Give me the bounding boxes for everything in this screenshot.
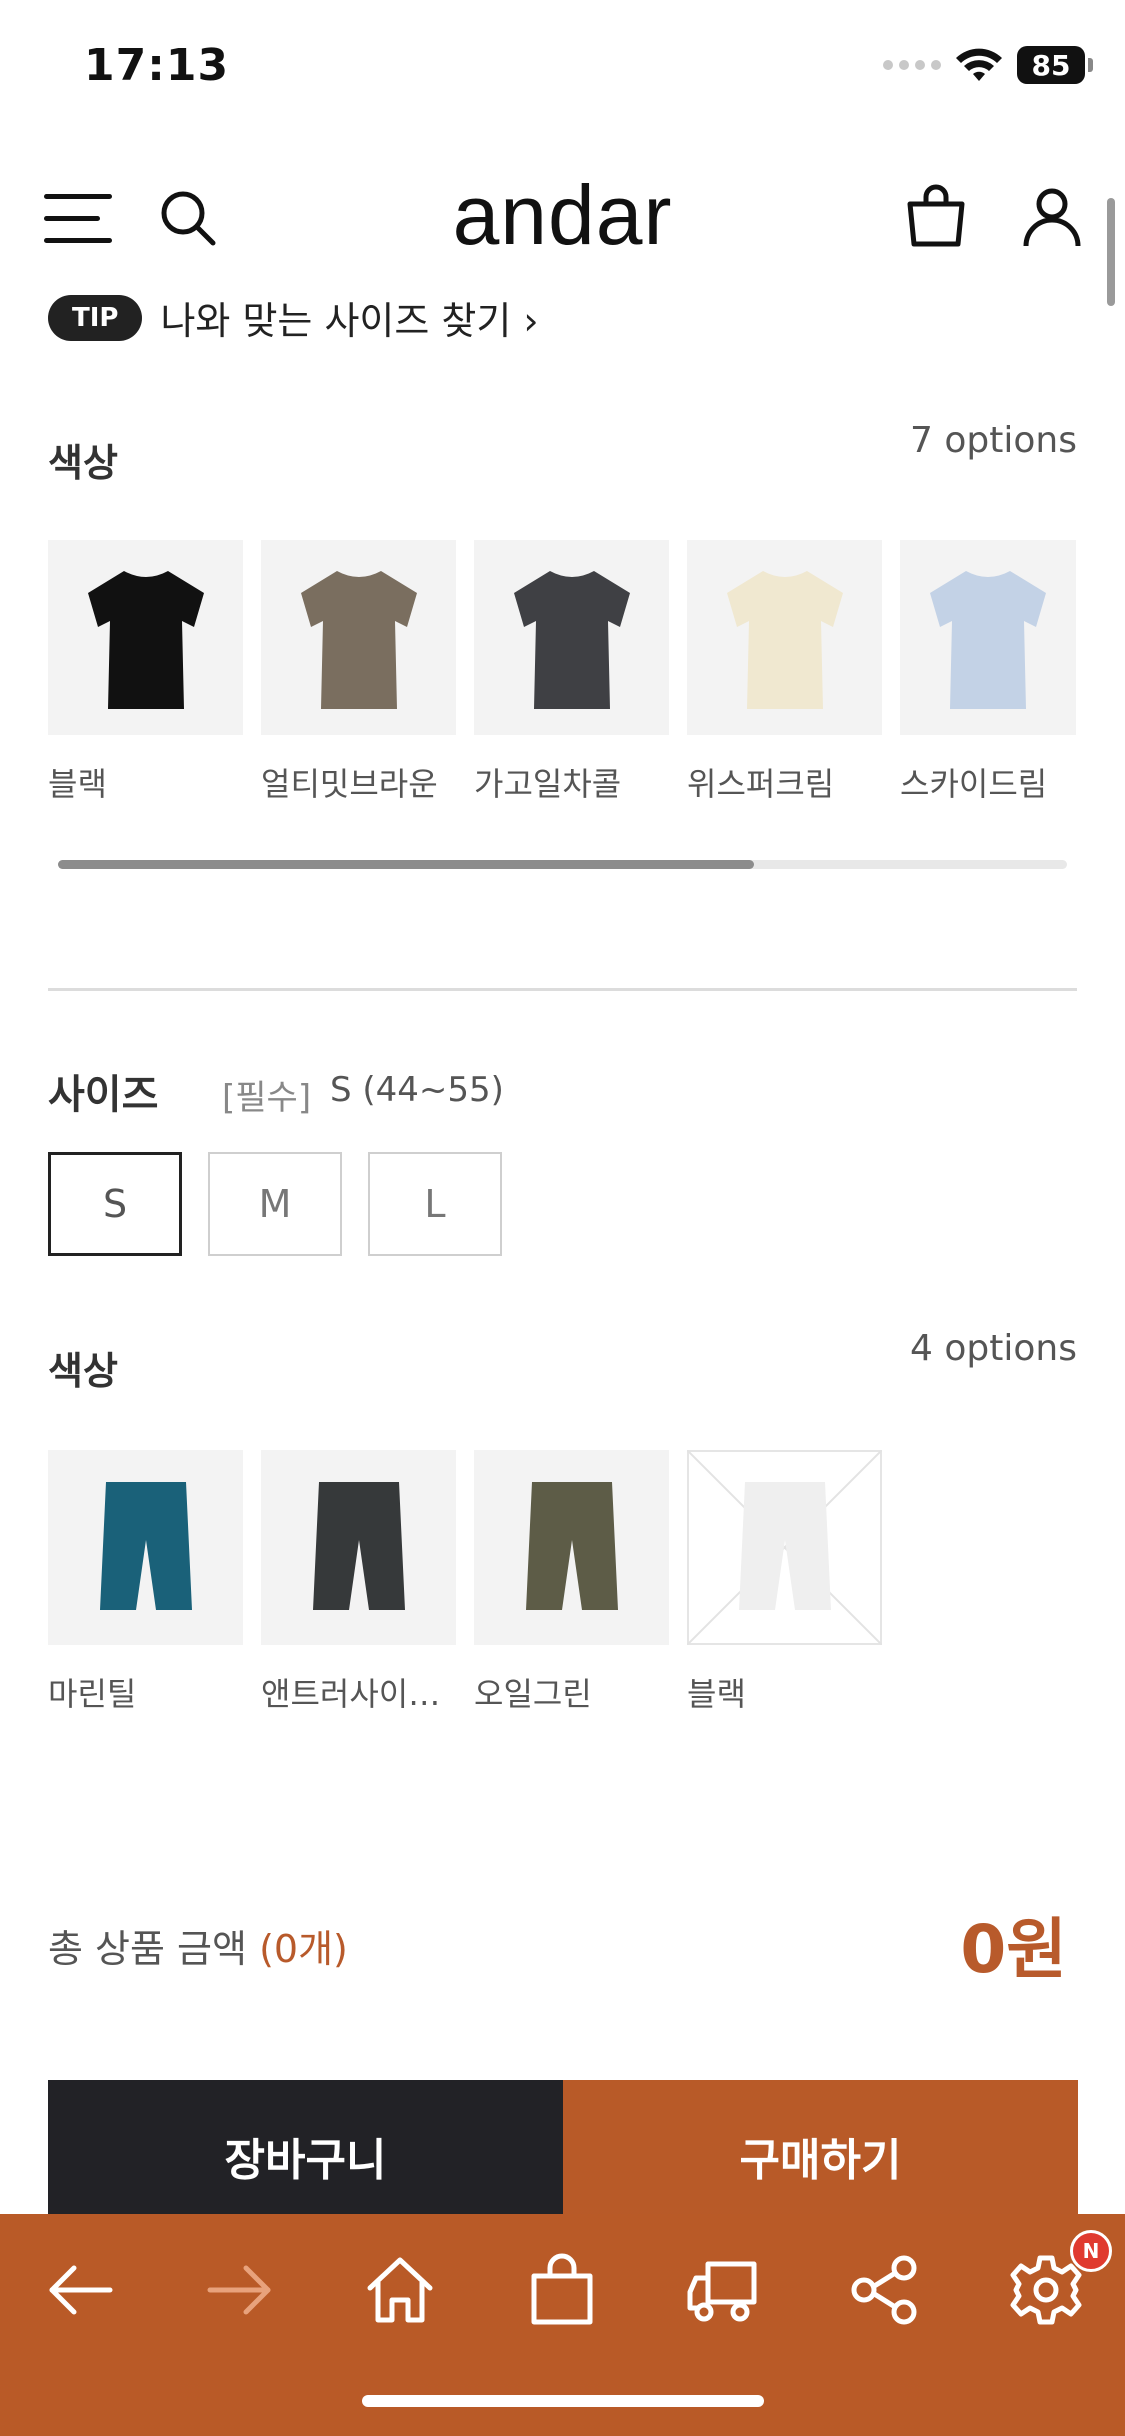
shopping-bag-icon[interactable] <box>904 184 968 248</box>
total-item-count: (0개) <box>259 1927 348 1971</box>
buy-now-button[interactable]: 구매하기 <box>563 2080 1078 2230</box>
share-icon[interactable] <box>842 2248 926 2332</box>
top-color-swatches: 블랙 얼티밋브라운 가고일차콜 위스퍼크림 스카이드림 <box>48 540 1076 805</box>
size-option-s[interactable]: S <box>48 1152 182 1256</box>
shopping-bag-icon[interactable] <box>520 2248 604 2332</box>
status-icons: 85 <box>883 46 1093 84</box>
tshirt-image <box>900 540 1076 735</box>
swatch-label: 얼티밋브라운 <box>261 765 438 803</box>
color-swatch-sky-dream[interactable]: 스카이드림 <box>900 540 1076 805</box>
tshirt-image <box>687 540 882 735</box>
tip-badge: TIP <box>48 294 143 341</box>
tip-link-text[interactable]: 나와 맞는 사이즈 찾기 › <box>160 290 538 345</box>
user-account-icon[interactable] <box>1020 184 1084 248</box>
color-swatch-anthracite[interactable]: 앤트러사이트... <box>261 1450 456 1715</box>
section-divider <box>48 988 1077 991</box>
home-indicator[interactable] <box>362 2395 764 2407</box>
size-finder-tip[interactable]: TIP 나와 맞는 사이즈 찾기 › <box>48 290 539 345</box>
add-to-cart-button[interactable]: 장바구니 <box>48 2080 563 2230</box>
swatch-scrollbar-thumb[interactable] <box>58 860 755 869</box>
tshirt-image <box>474 540 669 735</box>
total-price: 0원 <box>960 1911 1067 1988</box>
color-swatch-marine-teal[interactable]: 마린틸 <box>48 1450 243 1715</box>
swatch-label: 오일그린 <box>474 1675 592 1713</box>
color-swatch-whisper-cream[interactable]: 위스퍼크림 <box>687 540 882 805</box>
swatch-label: 가고일차콜 <box>474 765 622 803</box>
wifi-icon <box>956 48 1002 81</box>
swatch-label: 블랙 <box>48 765 107 803</box>
delivery-truck-icon[interactable] <box>682 2248 766 2332</box>
size-selected-value: S (44~55) <box>330 1070 504 1110</box>
total-label-text: 총 상품 금액 <box>48 1927 247 1971</box>
color-swatch-ultimate-brown[interactable]: 얼티밋브라운 <box>261 540 456 805</box>
swatch-label: 마린틸 <box>48 1675 137 1713</box>
shorts-image <box>474 1450 669 1645</box>
size-required-label: [필수] <box>222 1078 312 1118</box>
swatch-label: 스카이드림 <box>900 765 1048 803</box>
bottom-color-title: 색상 <box>48 1349 118 1393</box>
bottom-color-count: 4 options <box>910 1328 1077 1369</box>
shorts-image <box>261 1450 456 1645</box>
page-scrollbar[interactable] <box>1107 198 1115 306</box>
color-swatch-oil-green[interactable]: 오일그린 <box>474 1450 669 1715</box>
color-swatch-gargoyle-charcoal[interactable]: 가고일차콜 <box>474 540 669 805</box>
color-swatch-black[interactable]: 블랙 <box>48 540 243 805</box>
battery-indicator: 85 <box>1017 46 1093 84</box>
forward-arrow-icon[interactable] <box>198 2248 282 2332</box>
status-bar: 17:13 85 <box>0 0 1125 140</box>
size-option-l[interactable]: L <box>368 1152 502 1256</box>
notification-badge: N <box>1070 2230 1112 2272</box>
status-time: 17:13 <box>84 40 230 91</box>
swatch-scrollbar[interactable] <box>58 860 1067 869</box>
size-option-m[interactable]: M <box>208 1152 342 1256</box>
size-options: S M L <box>48 1152 502 1256</box>
site-header: andar <box>0 170 1125 260</box>
shorts-image-unavailable <box>687 1450 882 1645</box>
total-amount-label: 총 상품 금액 (0개) <box>48 1918 348 1973</box>
top-color-count: 7 options <box>910 420 1077 461</box>
swatch-label: 앤트러사이트... <box>261 1675 456 1713</box>
bottom-color-swatches: 마린틸 앤트러사이트... 오일그린 블랙 <box>48 1450 882 1715</box>
shorts-image <box>48 1450 243 1645</box>
tshirt-image <box>48 540 243 735</box>
swatch-label: 블랙 <box>687 1675 746 1713</box>
back-arrow-icon[interactable] <box>38 2248 122 2332</box>
size-title: 사이즈 <box>48 1072 159 1118</box>
color-swatch-black-soldout[interactable]: 블랙 <box>687 1450 882 1715</box>
top-color-title: 색상 <box>48 441 118 485</box>
swatch-label: 위스퍼크림 <box>687 765 835 803</box>
home-icon[interactable] <box>358 2248 442 2332</box>
cellular-signal-icon <box>883 60 941 70</box>
tshirt-image <box>261 540 456 735</box>
